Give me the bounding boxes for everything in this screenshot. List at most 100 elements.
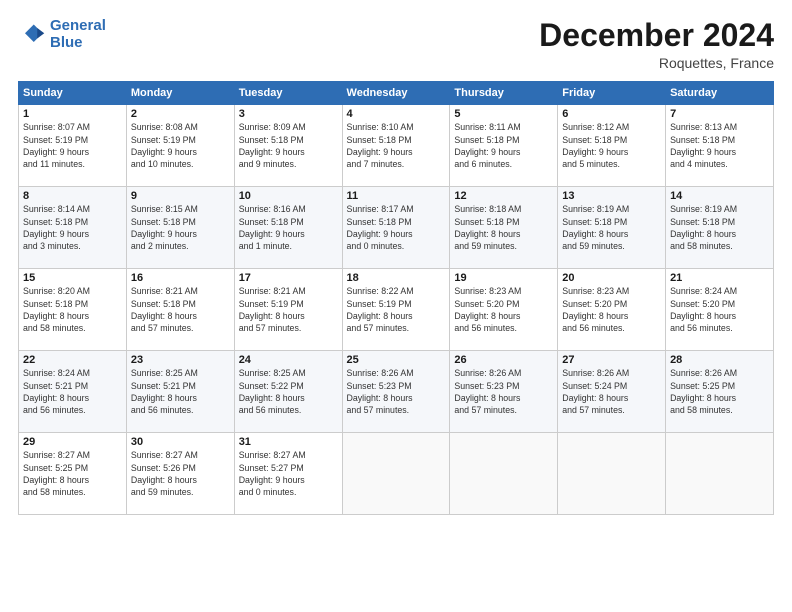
- day-number: 11: [347, 190, 446, 202]
- day-info: Sunrise: 8:26 AM Sunset: 5:25 PM Dayligh…: [670, 367, 769, 416]
- table-row: 21Sunrise: 8:24 AM Sunset: 5:20 PM Dayli…: [666, 269, 774, 351]
- day-number: 22: [23, 354, 122, 366]
- table-row: 4Sunrise: 8:10 AM Sunset: 5:18 PM Daylig…: [342, 105, 450, 187]
- col-wednesday: Wednesday: [342, 82, 450, 105]
- day-number: 20: [562, 272, 661, 284]
- day-number: 8: [23, 190, 122, 202]
- day-info: Sunrise: 8:26 AM Sunset: 5:23 PM Dayligh…: [454, 367, 553, 416]
- table-row: 31Sunrise: 8:27 AM Sunset: 5:27 PM Dayli…: [234, 433, 342, 515]
- day-info: Sunrise: 8:24 AM Sunset: 5:21 PM Dayligh…: [23, 367, 122, 416]
- page: General Blue December 2024 Roquettes, Fr…: [0, 0, 792, 612]
- table-row: [666, 433, 774, 515]
- table-row: 25Sunrise: 8:26 AM Sunset: 5:23 PM Dayli…: [342, 351, 450, 433]
- day-number: 13: [562, 190, 661, 202]
- day-info: Sunrise: 8:26 AM Sunset: 5:24 PM Dayligh…: [562, 367, 661, 416]
- day-info: Sunrise: 8:20 AM Sunset: 5:18 PM Dayligh…: [23, 285, 122, 334]
- col-tuesday: Tuesday: [234, 82, 342, 105]
- day-number: 23: [131, 354, 230, 366]
- day-info: Sunrise: 8:23 AM Sunset: 5:20 PM Dayligh…: [454, 285, 553, 334]
- day-number: 6: [562, 108, 661, 120]
- day-info: Sunrise: 8:17 AM Sunset: 5:18 PM Dayligh…: [347, 203, 446, 252]
- day-number: 30: [131, 436, 230, 448]
- table-row: 1Sunrise: 8:07 AM Sunset: 5:19 PM Daylig…: [19, 105, 127, 187]
- day-number: 3: [239, 108, 338, 120]
- calendar-body: 1Sunrise: 8:07 AM Sunset: 5:19 PM Daylig…: [19, 105, 774, 515]
- table-row: 22Sunrise: 8:24 AM Sunset: 5:21 PM Dayli…: [19, 351, 127, 433]
- logo-general: General: [50, 17, 106, 34]
- table-row: [342, 433, 450, 515]
- day-number: 31: [239, 436, 338, 448]
- table-row: 13Sunrise: 8:19 AM Sunset: 5:18 PM Dayli…: [558, 187, 666, 269]
- table-row: 2Sunrise: 8:08 AM Sunset: 5:19 PM Daylig…: [126, 105, 234, 187]
- logo-icon: [18, 21, 46, 49]
- table-row: 19Sunrise: 8:23 AM Sunset: 5:20 PM Dayli…: [450, 269, 558, 351]
- day-number: 10: [239, 190, 338, 202]
- day-number: 28: [670, 354, 769, 366]
- day-info: Sunrise: 8:24 AM Sunset: 5:20 PM Dayligh…: [670, 285, 769, 334]
- day-info: Sunrise: 8:22 AM Sunset: 5:19 PM Dayligh…: [347, 285, 446, 334]
- col-monday: Monday: [126, 82, 234, 105]
- month-title: December 2024: [539, 18, 774, 53]
- table-row: 16Sunrise: 8:21 AM Sunset: 5:18 PM Dayli…: [126, 269, 234, 351]
- day-info: Sunrise: 8:19 AM Sunset: 5:18 PM Dayligh…: [670, 203, 769, 252]
- day-info: Sunrise: 8:21 AM Sunset: 5:19 PM Dayligh…: [239, 285, 338, 334]
- col-sunday: Sunday: [19, 82, 127, 105]
- table-row: 18Sunrise: 8:22 AM Sunset: 5:19 PM Dayli…: [342, 269, 450, 351]
- day-number: 26: [454, 354, 553, 366]
- day-number: 9: [131, 190, 230, 202]
- col-saturday: Saturday: [666, 82, 774, 105]
- day-number: 16: [131, 272, 230, 284]
- header: General Blue December 2024 Roquettes, Fr…: [18, 18, 774, 71]
- day-number: 7: [670, 108, 769, 120]
- day-number: 27: [562, 354, 661, 366]
- day-number: 19: [454, 272, 553, 284]
- day-number: 18: [347, 272, 446, 284]
- table-row: 30Sunrise: 8:27 AM Sunset: 5:26 PM Dayli…: [126, 433, 234, 515]
- table-row: 20Sunrise: 8:23 AM Sunset: 5:20 PM Dayli…: [558, 269, 666, 351]
- day-number: 15: [23, 272, 122, 284]
- table-row: 12Sunrise: 8:18 AM Sunset: 5:18 PM Dayli…: [450, 187, 558, 269]
- day-info: Sunrise: 8:27 AM Sunset: 5:26 PM Dayligh…: [131, 449, 230, 498]
- day-info: Sunrise: 8:21 AM Sunset: 5:18 PM Dayligh…: [131, 285, 230, 334]
- day-info: Sunrise: 8:14 AM Sunset: 5:18 PM Dayligh…: [23, 203, 122, 252]
- day-number: 25: [347, 354, 446, 366]
- day-info: Sunrise: 8:27 AM Sunset: 5:25 PM Dayligh…: [23, 449, 122, 498]
- day-number: 12: [454, 190, 553, 202]
- day-number: 14: [670, 190, 769, 202]
- logo: General Blue: [18, 18, 106, 51]
- day-info: Sunrise: 8:23 AM Sunset: 5:20 PM Dayligh…: [562, 285, 661, 334]
- table-row: 15Sunrise: 8:20 AM Sunset: 5:18 PM Dayli…: [19, 269, 127, 351]
- table-row: [450, 433, 558, 515]
- day-info: Sunrise: 8:19 AM Sunset: 5:18 PM Dayligh…: [562, 203, 661, 252]
- col-thursday: Thursday: [450, 82, 558, 105]
- logo-blue: Blue: [50, 34, 83, 51]
- table-row: 27Sunrise: 8:26 AM Sunset: 5:24 PM Dayli…: [558, 351, 666, 433]
- table-row: 14Sunrise: 8:19 AM Sunset: 5:18 PM Dayli…: [666, 187, 774, 269]
- day-info: Sunrise: 8:11 AM Sunset: 5:18 PM Dayligh…: [454, 121, 553, 170]
- day-number: 5: [454, 108, 553, 120]
- table-row: 7Sunrise: 8:13 AM Sunset: 5:18 PM Daylig…: [666, 105, 774, 187]
- table-row: 5Sunrise: 8:11 AM Sunset: 5:18 PM Daylig…: [450, 105, 558, 187]
- table-row: 29Sunrise: 8:27 AM Sunset: 5:25 PM Dayli…: [19, 433, 127, 515]
- col-friday: Friday: [558, 82, 666, 105]
- day-number: 17: [239, 272, 338, 284]
- location: Roquettes, France: [539, 55, 774, 71]
- table-row: 11Sunrise: 8:17 AM Sunset: 5:18 PM Dayli…: [342, 187, 450, 269]
- calendar-header: Sunday Monday Tuesday Wednesday Thursday…: [19, 82, 774, 105]
- day-info: Sunrise: 8:27 AM Sunset: 5:27 PM Dayligh…: [239, 449, 338, 498]
- day-info: Sunrise: 8:16 AM Sunset: 5:18 PM Dayligh…: [239, 203, 338, 252]
- day-info: Sunrise: 8:25 AM Sunset: 5:22 PM Dayligh…: [239, 367, 338, 416]
- day-info: Sunrise: 8:08 AM Sunset: 5:19 PM Dayligh…: [131, 121, 230, 170]
- day-info: Sunrise: 8:10 AM Sunset: 5:18 PM Dayligh…: [347, 121, 446, 170]
- table-row: 28Sunrise: 8:26 AM Sunset: 5:25 PM Dayli…: [666, 351, 774, 433]
- table-row: 23Sunrise: 8:25 AM Sunset: 5:21 PM Dayli…: [126, 351, 234, 433]
- table-row: 10Sunrise: 8:16 AM Sunset: 5:18 PM Dayli…: [234, 187, 342, 269]
- table-row: 26Sunrise: 8:26 AM Sunset: 5:23 PM Dayli…: [450, 351, 558, 433]
- table-row: 9Sunrise: 8:15 AM Sunset: 5:18 PM Daylig…: [126, 187, 234, 269]
- day-info: Sunrise: 8:15 AM Sunset: 5:18 PM Dayligh…: [131, 203, 230, 252]
- day-number: 21: [670, 272, 769, 284]
- day-info: Sunrise: 8:09 AM Sunset: 5:18 PM Dayligh…: [239, 121, 338, 170]
- day-number: 1: [23, 108, 122, 120]
- day-info: Sunrise: 8:12 AM Sunset: 5:18 PM Dayligh…: [562, 121, 661, 170]
- table-row: 8Sunrise: 8:14 AM Sunset: 5:18 PM Daylig…: [19, 187, 127, 269]
